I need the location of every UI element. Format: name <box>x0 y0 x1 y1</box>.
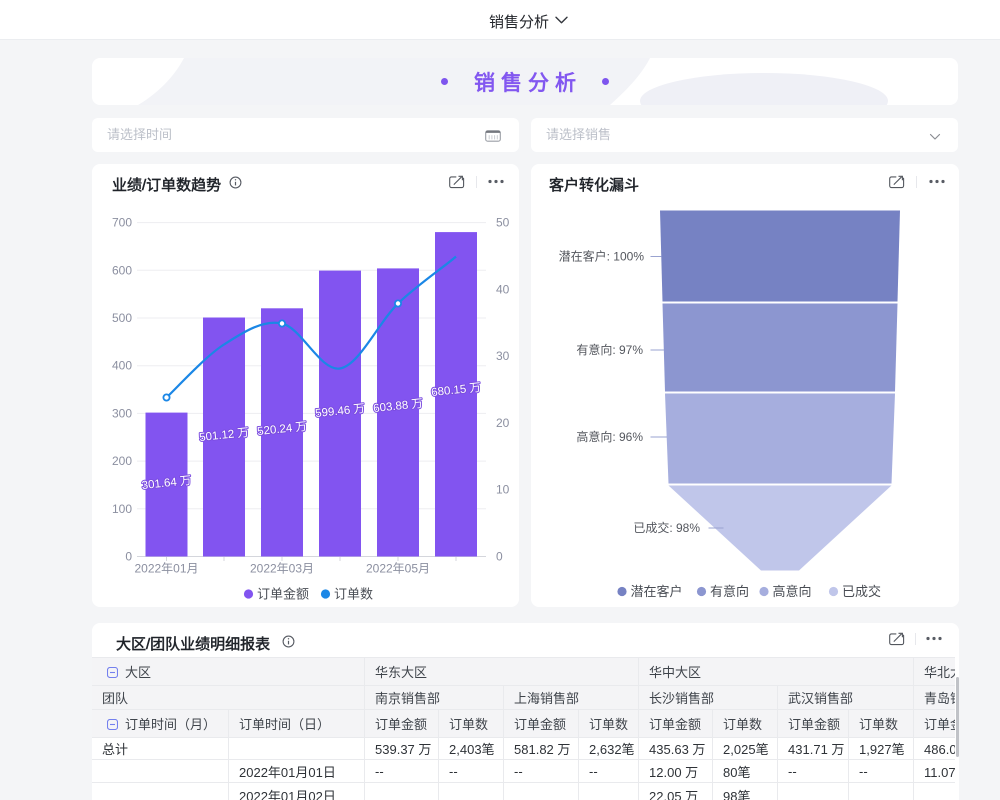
svg-text:600: 600 <box>112 263 132 277</box>
svg-text:400: 400 <box>112 359 132 373</box>
svg-text:有意向: 有意向 <box>710 584 749 599</box>
svg-text:10: 10 <box>496 483 510 497</box>
svg-text:50: 50 <box>496 216 510 230</box>
svg-text:20: 20 <box>496 416 510 430</box>
svg-text:潜在客户: 100%: 潜在客户: 100% <box>559 249 645 264</box>
svg-text:订单金额: 订单金额 <box>257 587 309 602</box>
svg-text:100: 100 <box>112 502 132 516</box>
svg-text:0: 0 <box>125 550 132 564</box>
svg-text:高意向: 高意向 <box>773 584 812 599</box>
svg-text:40: 40 <box>496 282 510 296</box>
svg-text:300: 300 <box>112 406 132 420</box>
svg-text:30: 30 <box>496 349 510 363</box>
svg-text:2022年03月: 2022年03月 <box>250 562 314 576</box>
svg-text:订单数: 订单数 <box>334 587 373 602</box>
svg-text:潜在客户: 潜在客户 <box>631 584 683 599</box>
svg-text:高意向: 96%: 高意向: 96% <box>576 429 643 444</box>
svg-text:0: 0 <box>496 550 503 564</box>
svg-text:2022年01月: 2022年01月 <box>134 562 198 576</box>
svg-text:有意向: 97%: 有意向: 97% <box>576 342 643 357</box>
svg-text:500: 500 <box>112 311 132 325</box>
svg-text:700: 700 <box>112 216 132 230</box>
svg-text:已成交: 已成交 <box>842 584 881 599</box>
svg-text:200: 200 <box>112 454 132 468</box>
svg-text:2022年05月: 2022年05月 <box>366 562 430 576</box>
svg-text:已成交: 98%: 已成交: 98% <box>633 520 700 535</box>
